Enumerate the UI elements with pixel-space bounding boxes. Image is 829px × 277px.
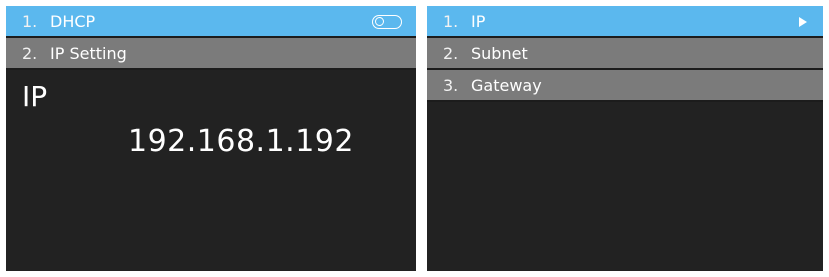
- left-screen: 1. DHCP 2. IP Setting IP 192.168.1.192: [6, 6, 416, 271]
- play-arrow-icon: [799, 17, 807, 27]
- dhcp-toggle-switch[interactable]: [372, 15, 402, 29]
- menu-item-number: 2.: [443, 43, 459, 63]
- menu-item-label: DHCP: [50, 11, 96, 31]
- right-screen: 1. IP 2. Subnet 3. Gateway: [427, 6, 823, 271]
- menu-item-label: IP: [471, 11, 486, 31]
- field-title: IP: [22, 80, 48, 113]
- menu-item-number: 2.: [22, 43, 38, 63]
- menu-item-label: Gateway: [471, 75, 542, 95]
- toggle-knob-icon: [375, 17, 384, 26]
- menu-item-label: IP Setting: [50, 43, 127, 63]
- menu-item-number: 1.: [22, 11, 38, 31]
- menu-item-gateway[interactable]: 3. Gateway: [427, 70, 823, 102]
- menu-item-subnet[interactable]: 2. Subnet: [427, 38, 823, 70]
- menu-item-number: 3.: [443, 75, 459, 95]
- menu-item-ip-setting[interactable]: 2. IP Setting: [6, 38, 416, 70]
- menu-item-dhcp[interactable]: 1. DHCP: [6, 6, 416, 38]
- menu-item-ip[interactable]: 1. IP: [427, 6, 823, 38]
- menu-item-label: Subnet: [471, 43, 528, 63]
- ip-address-value[interactable]: 192.168.1.192: [6, 124, 416, 159]
- menu-item-number: 1.: [443, 11, 459, 31]
